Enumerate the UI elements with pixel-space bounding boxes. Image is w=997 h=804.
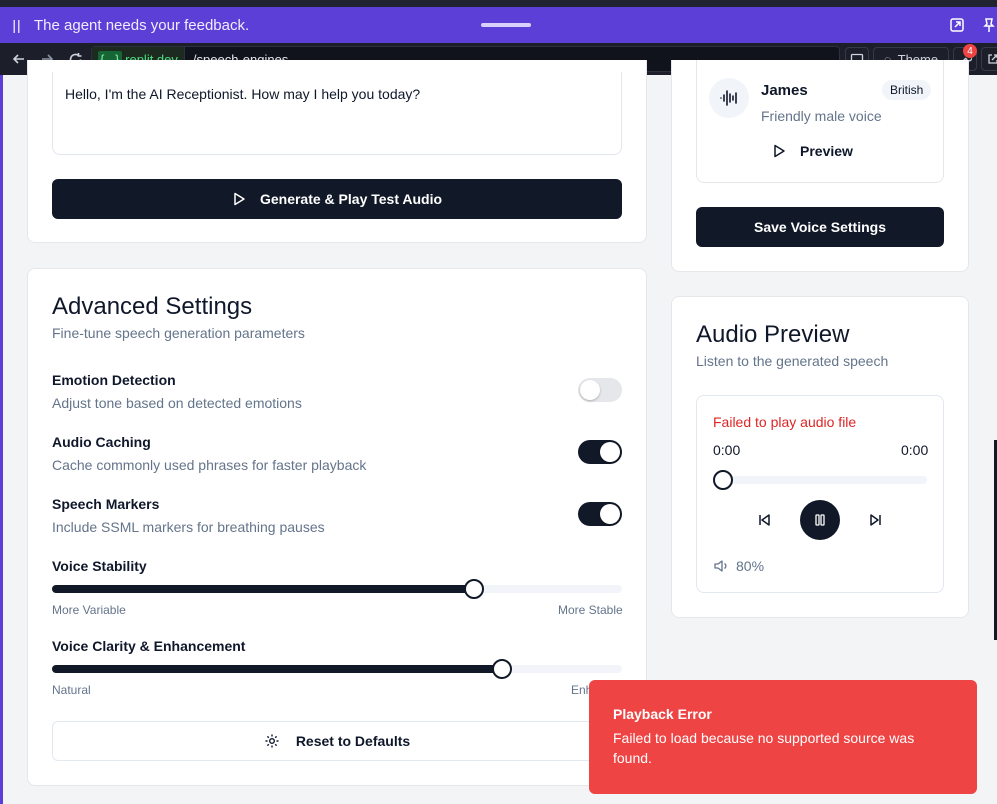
generate-play-label: Generate & Play Test Audio (259, 191, 443, 207)
speech-markers-toggle[interactable] (578, 502, 622, 526)
volume-level: 80% (736, 558, 765, 574)
advanced-settings-subtitle: Fine-tune speech generation parameters (52, 325, 305, 341)
test-text-input[interactable]: Hello, I'm the AI Receptionist. How may … (52, 72, 622, 155)
voice-description: Friendly male voice (761, 108, 882, 124)
speech-markers-label: Speech Markers (52, 496, 160, 512)
duration: 0:00 (901, 442, 929, 458)
audio-caching-label: Audio Caching (52, 434, 151, 450)
pause-button[interactable] (800, 500, 840, 540)
emotion-detection-toggle[interactable] (578, 378, 622, 402)
window-top-strip (0, 0, 997, 7)
voice-clarity-min-label: Natural (52, 683, 91, 697)
gear-icon (265, 734, 279, 748)
skip-forward-icon[interactable] (869, 513, 883, 527)
audio-preview-title: Audio Preview (696, 321, 850, 348)
popout-icon[interactable] (948, 16, 966, 34)
voice-name: James (761, 82, 808, 99)
generate-play-button[interactable]: Generate & Play Test Audio (52, 179, 622, 219)
volume-icon[interactable] (713, 559, 729, 573)
agent-message: The agent needs your feedback. (34, 16, 250, 34)
emotion-detection-desc: Adjust tone based on detected emotions (52, 395, 302, 411)
skip-back-icon[interactable] (757, 513, 771, 527)
speech-markers-desc: Include SSML markers for breathing pause… (52, 519, 325, 535)
voice-stability-fill (52, 585, 474, 593)
play-icon (234, 192, 245, 206)
voice-avatar (709, 78, 749, 118)
reset-defaults-button[interactable]: Reset to Defaults (52, 721, 622, 761)
voice-stability-slider[interactable] (52, 579, 622, 599)
play-icon (774, 144, 785, 158)
voice-stability-thumb[interactable] (463, 579, 484, 599)
voice-stability-max-label: More Stable (558, 603, 623, 617)
drag-handle[interactable] (481, 23, 531, 27)
voice-stability-min-label: More Variable (52, 603, 126, 617)
voice-clarity-fill (52, 665, 503, 673)
audio-caching-toggle[interactable] (578, 440, 622, 464)
save-voice-settings-button[interactable]: Save Voice Settings (696, 207, 944, 247)
notification-badge: 4 (963, 44, 977, 58)
voice-clarity-slider[interactable] (52, 659, 622, 679)
audio-wave-icon (720, 90, 737, 106)
pause-icon (815, 514, 825, 526)
audio-error-message: Failed to play audio file (713, 414, 857, 430)
audio-caching-desc: Cache commonly used phrases for faster p… (52, 457, 367, 473)
frame-left-edge (0, 75, 3, 804)
advanced-settings-title: Advanced Settings (52, 293, 253, 320)
voice-stability-label: Voice Stability (52, 558, 147, 574)
voice-preview-label: Preview (800, 143, 853, 159)
toast-title: Playback Error (613, 706, 712, 722)
voice-preview-button[interactable]: Preview (772, 143, 853, 159)
voice-clarity-label: Voice Clarity & Enhancement (52, 638, 246, 654)
playback-progress-slider[interactable] (713, 470, 927, 490)
audio-preview-subtitle: Listen to the generated speech (696, 353, 889, 369)
emotion-detection-label: Emotion Detection (52, 372, 176, 388)
playback-progress-thumb[interactable] (713, 470, 733, 490)
playback-error-toast[interactable]: Playback Error Failed to load because no… (589, 680, 977, 794)
reset-defaults-label: Reset to Defaults (295, 733, 411, 749)
agent-feedback-bar: || The agent needs your feedback. (0, 7, 997, 43)
current-time: 0:00 (713, 442, 741, 458)
voice-accent-badge: British (882, 80, 932, 100)
open-external-icon[interactable] (981, 47, 997, 71)
pause-icon[interactable]: || (0, 17, 34, 33)
save-voice-settings-label: Save Voice Settings (753, 219, 886, 235)
pin-icon[interactable] (980, 16, 997, 34)
toast-message: Failed to load because no supported sour… (613, 730, 915, 766)
